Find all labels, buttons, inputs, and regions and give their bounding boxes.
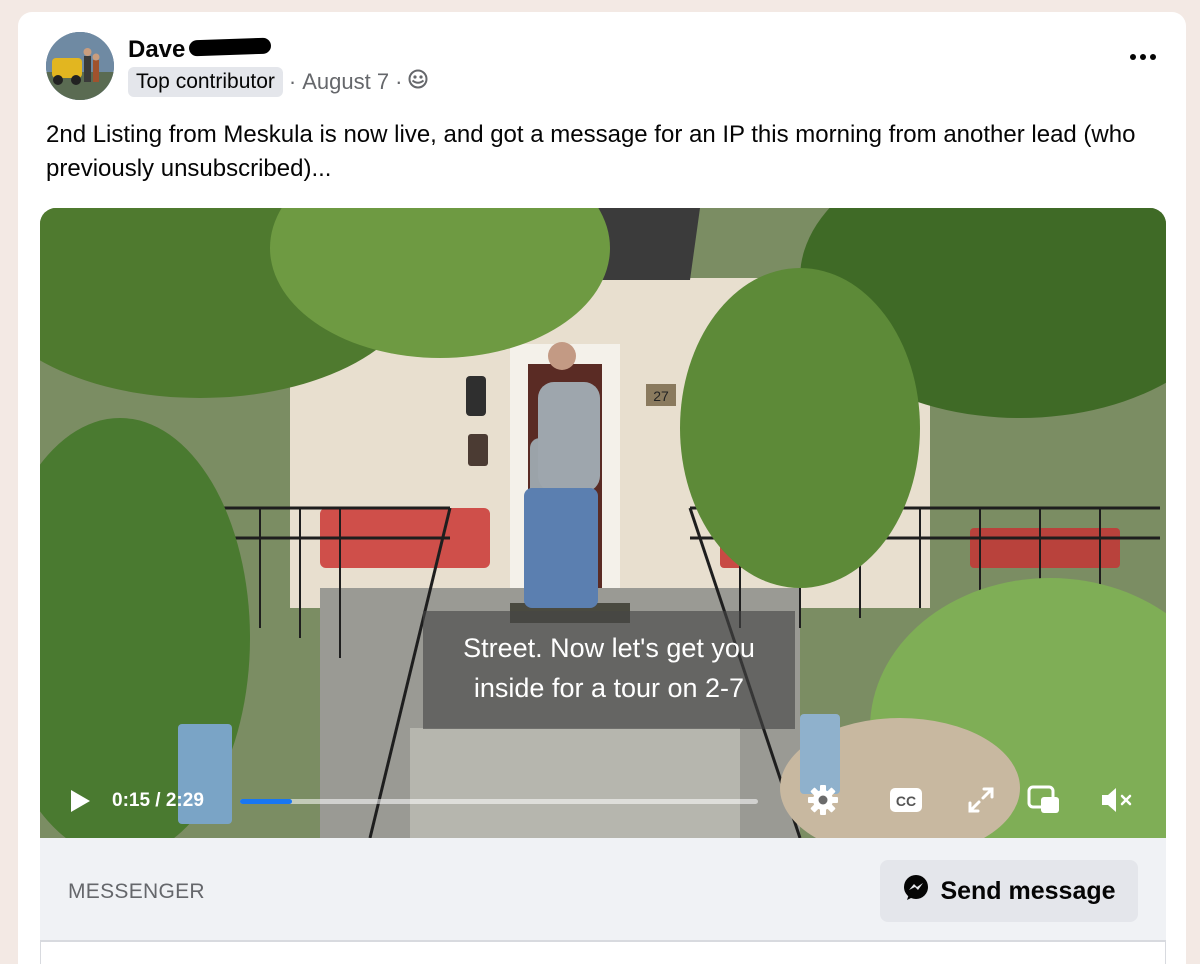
send-message-button[interactable]: Send message <box>880 860 1138 922</box>
redaction-mark <box>189 37 272 57</box>
caption-line-2: inside for a tour on 2-7 <box>473 673 745 703</box>
video-player[interactable]: 27 Street. Now let's get you inside for … <box>40 208 1166 838</box>
video-controls: 0:15 / 2:29 CC <box>40 780 1166 820</box>
video-frame: 27 <box>40 208 1166 838</box>
house-number: 27 <box>653 388 669 404</box>
post-text: 2nd Listing from Meskula is now live, an… <box>46 121 1136 182</box>
messenger-icon <box>902 874 930 909</box>
card-lower-area <box>40 942 1166 964</box>
progress-fill <box>240 799 292 804</box>
messenger-label: MESSENGER <box>68 880 205 903</box>
post-date[interactable]: August 7 <box>302 69 389 95</box>
top-contributor-badge[interactable]: Top contributor <box>128 67 283 97</box>
picture-in-picture-icon[interactable] <box>1026 783 1062 822</box>
avatar[interactable] <box>46 32 114 100</box>
video-time: 0:15 / 2:29 <box>112 790 204 811</box>
more-options-button[interactable] <box>1130 54 1156 60</box>
fullscreen-icon[interactable] <box>966 783 996 822</box>
video-caption: Street. Now let's get you inside for a t… <box>423 611 795 729</box>
meta-separator: · <box>288 69 297 94</box>
svg-text:CC: CC <box>896 793 916 809</box>
audience-icon[interactable] <box>408 69 428 95</box>
closed-captions-icon[interactable]: CC <box>888 783 924 822</box>
more-dot <box>1150 54 1156 60</box>
meta-separator-2: · <box>395 69 403 94</box>
caption-line-1: Street. Now let's get you <box>463 633 755 663</box>
progress-bar[interactable] <box>240 799 758 804</box>
post-meta: Top contributor · August 7 · <box>128 67 428 97</box>
post-card: Dave Top contributor · August 7 · 2nd Li… <box>18 12 1186 964</box>
play-icon[interactable] <box>66 788 92 819</box>
messenger-footer: MESSENGER Send message <box>40 838 1166 942</box>
more-dot <box>1140 54 1146 60</box>
send-message-label: Send message <box>940 876 1116 905</box>
author-first-name[interactable]: Dave <box>128 36 185 64</box>
more-dot <box>1130 54 1136 60</box>
settings-icon[interactable] <box>806 783 840 822</box>
muted-volume-icon[interactable] <box>1098 783 1134 822</box>
author-name[interactable]: Dave <box>128 36 272 64</box>
